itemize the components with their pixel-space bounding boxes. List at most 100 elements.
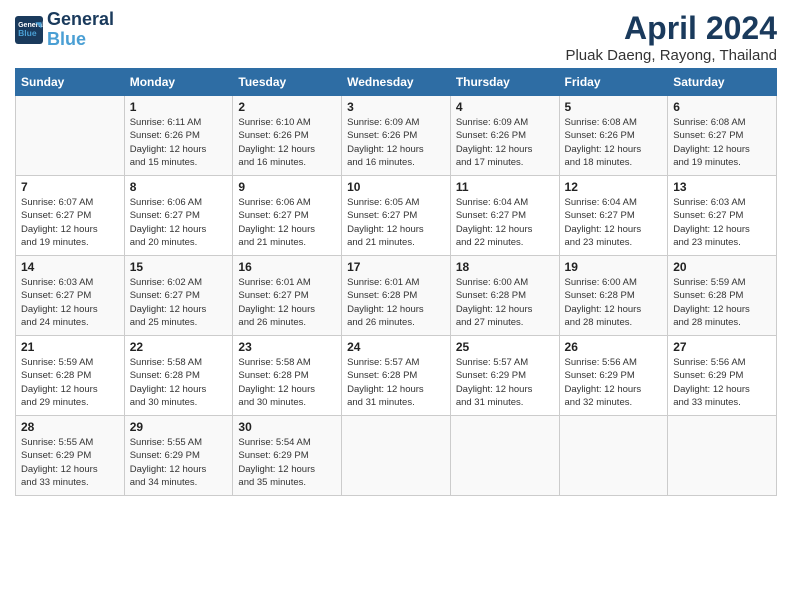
calendar-cell: 17 Sunrise: 6:01 AM Sunset: 6:28 PM Dayli… — [342, 256, 451, 336]
title-block: April 2024 Pluak Daeng, Rayong, Thailand — [565, 10, 777, 64]
day-info: Sunrise: 6:01 AM Sunset: 6:28 PM Dayligh… — [347, 276, 445, 329]
day-info: Sunrise: 6:06 AM Sunset: 6:27 PM Dayligh… — [130, 196, 228, 249]
day-number: 24 — [347, 340, 445, 354]
calendar-cell — [668, 416, 777, 496]
calendar-week-row: 14 Sunrise: 6:03 AM Sunset: 6:27 PM Dayli… — [16, 256, 777, 336]
calendar-cell: 12 Sunrise: 6:04 AM Sunset: 6:27 PM Dayli… — [559, 176, 668, 256]
day-info: Sunrise: 6:04 AM Sunset: 6:27 PM Dayligh… — [456, 196, 554, 249]
day-info: Sunrise: 6:09 AM Sunset: 6:26 PM Dayligh… — [456, 116, 554, 169]
calendar-cell: 29 Sunrise: 5:55 AM Sunset: 6:29 PM Dayli… — [124, 416, 233, 496]
day-info: Sunrise: 6:04 AM Sunset: 6:27 PM Dayligh… — [565, 196, 663, 249]
day-number: 27 — [673, 340, 771, 354]
calendar-cell: 3 Sunrise: 6:09 AM Sunset: 6:26 PM Daylig… — [342, 96, 451, 176]
day-number: 12 — [565, 180, 663, 194]
col-tuesday: Tuesday — [233, 69, 342, 96]
calendar-cell: 21 Sunrise: 5:59 AM Sunset: 6:28 PM Dayli… — [16, 336, 125, 416]
calendar-cell: 7Sunrise: 6:07 AM Sunset: 6:27 PM Daylig… — [16, 176, 125, 256]
day-number: 6 — [673, 100, 771, 114]
day-info: Sunrise: 6:02 AM Sunset: 6:27 PM Dayligh… — [130, 276, 228, 329]
calendar-cell: 18 Sunrise: 6:00 AM Sunset: 6:28 PM Dayli… — [450, 256, 559, 336]
day-info: Sunrise: 6:03 AM Sunset: 6:27 PM Dayligh… — [21, 276, 119, 329]
calendar-cell: 1Sunrise: 6:11 AM Sunset: 6:26 PM Daylig… — [124, 96, 233, 176]
calendar-cell: 25 Sunrise: 5:57 AM Sunset: 6:29 PM Dayli… — [450, 336, 559, 416]
day-number: 25 — [456, 340, 554, 354]
day-info: Sunrise: 6:05 AM Sunset: 6:27 PM Dayligh… — [347, 196, 445, 249]
day-number: 17 — [347, 260, 445, 274]
day-number: 14 — [21, 260, 119, 274]
day-info: Sunrise: 5:56 AM Sunset: 6:29 PM Dayligh… — [673, 356, 771, 409]
day-number: 29 — [130, 420, 228, 434]
calendar-cell — [16, 96, 125, 176]
calendar-cell: 4 Sunrise: 6:09 AM Sunset: 6:26 PM Daylig… — [450, 96, 559, 176]
day-number: 20 — [673, 260, 771, 274]
day-info: Sunrise: 6:08 AM Sunset: 6:26 PM Dayligh… — [565, 116, 663, 169]
calendar-week-row: 1Sunrise: 6:11 AM Sunset: 6:26 PM Daylig… — [16, 96, 777, 176]
main-container: General Blue General Blue April 2024 Plu… — [0, 0, 792, 506]
day-number: 18 — [456, 260, 554, 274]
calendar-cell: 19 Sunrise: 6:00 AM Sunset: 6:28 PM Dayli… — [559, 256, 668, 336]
calendar-cell: 6 Sunrise: 6:08 AM Sunset: 6:27 PM Daylig… — [668, 96, 777, 176]
calendar-cell — [559, 416, 668, 496]
day-number: 2 — [238, 100, 336, 114]
calendar-week-row: 7Sunrise: 6:07 AM Sunset: 6:27 PM Daylig… — [16, 176, 777, 256]
day-number: 19 — [565, 260, 663, 274]
day-number: 21 — [21, 340, 119, 354]
header: General Blue General Blue April 2024 Plu… — [15, 10, 777, 64]
calendar-cell — [342, 416, 451, 496]
day-info: Sunrise: 6:08 AM Sunset: 6:27 PM Dayligh… — [673, 116, 771, 169]
day-info: Sunrise: 5:55 AM Sunset: 6:29 PM Dayligh… — [130, 436, 228, 489]
day-number: 8 — [130, 180, 228, 194]
calendar-cell: 16 Sunrise: 6:01 AM Sunset: 6:27 PM Dayli… — [233, 256, 342, 336]
day-info: Sunrise: 6:10 AM Sunset: 6:26 PM Dayligh… — [238, 116, 336, 169]
calendar-cell: 15 Sunrise: 6:02 AM Sunset: 6:27 PM Dayli… — [124, 256, 233, 336]
calendar-header-row: Sunday Monday Tuesday Wednesday Thursday… — [16, 69, 777, 96]
day-number: 3 — [347, 100, 445, 114]
day-info: Sunrise: 5:59 AM Sunset: 6:28 PM Dayligh… — [21, 356, 119, 409]
day-info: Sunrise: 6:07 AM Sunset: 6:27 PM Dayligh… — [21, 196, 119, 249]
col-monday: Monday — [124, 69, 233, 96]
day-info: Sunrise: 6:09 AM Sunset: 6:26 PM Dayligh… — [347, 116, 445, 169]
day-number: 15 — [130, 260, 228, 274]
col-wednesday: Wednesday — [342, 69, 451, 96]
day-number: 28 — [21, 420, 119, 434]
day-info: Sunrise: 6:03 AM Sunset: 6:27 PM Dayligh… — [673, 196, 771, 249]
day-number: 10 — [347, 180, 445, 194]
day-number: 5 — [565, 100, 663, 114]
calendar-cell: 27 Sunrise: 5:56 AM Sunset: 6:29 PM Dayli… — [668, 336, 777, 416]
calendar-cell: 11 Sunrise: 6:04 AM Sunset: 6:27 PM Dayli… — [450, 176, 559, 256]
day-number: 9 — [238, 180, 336, 194]
day-number: 26 — [565, 340, 663, 354]
calendar-cell: 13Sunrise: 6:03 AM Sunset: 6:27 PM Dayli… — [668, 176, 777, 256]
day-number: 4 — [456, 100, 554, 114]
col-thursday: Thursday — [450, 69, 559, 96]
day-info: Sunrise: 6:00 AM Sunset: 6:28 PM Dayligh… — [565, 276, 663, 329]
day-info: Sunrise: 5:56 AM Sunset: 6:29 PM Dayligh… — [565, 356, 663, 409]
calendar-cell: 28 Sunrise: 5:55 AM Sunset: 6:29 PM Dayli… — [16, 416, 125, 496]
day-info: Sunrise: 6:01 AM Sunset: 6:27 PM Dayligh… — [238, 276, 336, 329]
calendar-table: Sunday Monday Tuesday Wednesday Thursday… — [15, 68, 777, 496]
day-info: Sunrise: 5:57 AM Sunset: 6:29 PM Dayligh… — [456, 356, 554, 409]
logo-text: General Blue — [47, 10, 114, 50]
month-title: April 2024 — [565, 10, 777, 47]
calendar-week-row: 28 Sunrise: 5:55 AM Sunset: 6:29 PM Dayli… — [16, 416, 777, 496]
day-info: Sunrise: 5:59 AM Sunset: 6:28 PM Dayligh… — [673, 276, 771, 329]
day-info: Sunrise: 6:11 AM Sunset: 6:26 PM Dayligh… — [130, 116, 228, 169]
day-info: Sunrise: 5:55 AM Sunset: 6:29 PM Dayligh… — [21, 436, 119, 489]
calendar-cell: 24Sunrise: 5:57 AM Sunset: 6:28 PM Dayli… — [342, 336, 451, 416]
svg-text:Blue: Blue — [18, 28, 37, 38]
day-info: Sunrise: 6:06 AM Sunset: 6:27 PM Dayligh… — [238, 196, 336, 249]
day-info: Sunrise: 6:00 AM Sunset: 6:28 PM Dayligh… — [456, 276, 554, 329]
location-title: Pluak Daeng, Rayong, Thailand — [565, 47, 777, 64]
day-number: 16 — [238, 260, 336, 274]
calendar-cell: 14 Sunrise: 6:03 AM Sunset: 6:27 PM Dayli… — [16, 256, 125, 336]
calendar-cell: 23Sunrise: 5:58 AM Sunset: 6:28 PM Dayli… — [233, 336, 342, 416]
logo: General Blue General Blue — [15, 10, 114, 50]
calendar-cell: 5 Sunrise: 6:08 AM Sunset: 6:26 PM Daylig… — [559, 96, 668, 176]
day-number: 23 — [238, 340, 336, 354]
day-number: 11 — [456, 180, 554, 194]
calendar-cell: 10 Sunrise: 6:05 AM Sunset: 6:27 PM Dayli… — [342, 176, 451, 256]
col-sunday: Sunday — [16, 69, 125, 96]
calendar-cell: 9 Sunrise: 6:06 AM Sunset: 6:27 PM Daylig… — [233, 176, 342, 256]
day-number: 22 — [130, 340, 228, 354]
calendar-week-row: 21 Sunrise: 5:59 AM Sunset: 6:28 PM Dayli… — [16, 336, 777, 416]
